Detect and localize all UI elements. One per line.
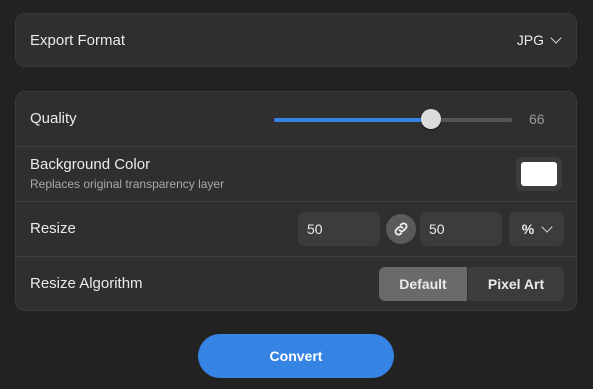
settings-card: Quality 66 Background Color Replaces ori… (15, 91, 577, 311)
resize-label: Resize (30, 220, 76, 237)
algorithm-default-button[interactable]: Default (379, 267, 467, 301)
background-color-description: Replaces original transparency layer (30, 177, 225, 191)
color-swatch (521, 162, 557, 186)
resize-unit-value: % (521, 221, 535, 237)
quality-label: Quality (30, 110, 77, 127)
export-format-card: Export Format JPG (15, 13, 577, 67)
quality-slider[interactable] (274, 109, 512, 129)
chevron-down-icon (541, 221, 553, 233)
background-color-row: Background Color Replaces original trans… (16, 147, 576, 202)
link-dimensions-button[interactable] (386, 214, 416, 244)
resize-algorithm-row: Resize Algorithm Default Pixel Art (16, 257, 576, 312)
resize-algorithm-toggle: Default Pixel Art (379, 267, 564, 301)
quality-value: 66 (529, 111, 545, 127)
chevron-down-icon (550, 32, 562, 44)
quality-row: Quality 66 (16, 92, 576, 147)
export-format-dropdown[interactable]: JPG (516, 32, 562, 48)
export-format-value: JPG (516, 32, 544, 48)
export-format-label: Export Format (30, 32, 126, 49)
convert-button[interactable]: Convert (198, 334, 394, 378)
resize-unit-dropdown[interactable]: % (509, 212, 564, 246)
algorithm-pixel-art-button[interactable]: Pixel Art (467, 267, 564, 301)
resize-algorithm-label: Resize Algorithm (30, 275, 143, 292)
resize-row: Resize % (16, 202, 576, 257)
background-color-button[interactable] (516, 157, 562, 191)
resize-width-input[interactable] (298, 212, 380, 246)
link-icon (394, 222, 408, 236)
background-color-label: Background Color (30, 156, 151, 173)
quality-slider-fill (274, 118, 432, 122)
quality-slider-thumb[interactable] (421, 109, 442, 129)
resize-height-input[interactable] (420, 212, 502, 246)
